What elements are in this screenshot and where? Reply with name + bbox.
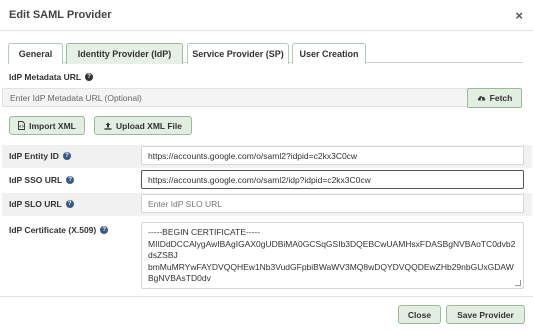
certificate-label: IdP Certificate (X.509): [9, 225, 97, 235]
file-code-icon: [18, 121, 26, 130]
entity-id-input[interactable]: https://accounts.google.com/o/saml2?idpi…: [141, 146, 524, 165]
tab-general[interactable]: General: [8, 43, 63, 64]
help-icon[interactable]: ?: [62, 152, 71, 160]
tab-service-provider[interactable]: Service Provider (SP): [187, 43, 289, 64]
import-xml-label: Import XML: [29, 120, 76, 131]
fetch-button[interactable]: Fetch: [467, 88, 522, 108]
slo-url-label: IdP SLO URL: [9, 199, 62, 209]
dialog-title: Edit SAML Provider: [9, 9, 112, 21]
help-icon[interactable]: ?: [85, 73, 94, 81]
tab-bar: General Identity Provider (IdP) Service …: [8, 43, 523, 64]
fetch-label: Fetch: [489, 93, 513, 103]
close-button[interactable]: Close: [398, 305, 441, 324]
upload-icon: [104, 122, 112, 130]
certificate-textarea[interactable]: -----BEGIN CERTIFICATE----- MIIDdDCCAlyg…: [141, 222, 524, 289]
edit-saml-provider-dialog: Edit SAML Provider × General Identity Pr…: [0, 0, 533, 331]
metadata-url-placeholder: Enter IdP Metadata URL (Optional): [10, 92, 142, 103]
certificate-line: -----BEGIN CERTIFICATE-----: [148, 227, 261, 237]
help-icon[interactable]: ?: [65, 200, 74, 208]
sso-url-input[interactable]: https://accounts.google.com/o/saml2/idp?…: [141, 170, 524, 189]
close-icon[interactable]: ×: [515, 9, 523, 22]
tab-user-creation[interactable]: User Creation: [292, 43, 366, 64]
slo-url-label-group: IdP SLO URL ?: [9, 199, 74, 209]
entity-id-label: IdP Entity ID: [9, 151, 59, 161]
certificate-line: bmMuMRYwFAYDVQQHEw1Nb3VudGFpbiBWaWV3MQ8w…: [148, 261, 514, 284]
tab-identity-provider[interactable]: Identity Provider (IdP): [66, 43, 183, 64]
footer-divider: [0, 296, 533, 297]
upload-xml-button[interactable]: Upload XML File: [94, 116, 192, 135]
metadata-url-label-group: IdP Metadata URL ?: [9, 72, 94, 82]
slo-url-input[interactable]: Enter IdP SLO URL: [141, 194, 524, 213]
resize-handle[interactable]: [515, 280, 521, 286]
certificate-line: MIIDdDCCAlygAwIBAgIGAX0gUDBiMA0GCSqGSIb3…: [148, 238, 516, 261]
import-xml-button[interactable]: Import XML: [9, 116, 85, 135]
save-provider-button[interactable]: Save Provider: [446, 305, 525, 324]
entity-id-value: https://accounts.google.com/o/saml2?idpi…: [148, 150, 358, 161]
certificate-label-group: IdP Certificate (X.509) ?: [9, 225, 109, 235]
sso-url-label-group: IdP SSO URL ?: [9, 175, 75, 185]
help-icon[interactable]: ?: [100, 226, 109, 234]
sso-url-label: IdP SSO URL: [9, 175, 63, 185]
help-icon[interactable]: ?: [66, 176, 75, 184]
upload-xml-label: Upload XML File: [116, 120, 182, 131]
sso-url-value: https://accounts.google.com/o/saml2/idp?…: [148, 174, 371, 185]
dialog-header: Edit SAML Provider ×: [0, 0, 533, 31]
entity-id-label-group: IdP Entity ID ?: [9, 151, 71, 161]
metadata-url-input[interactable]: Enter IdP Metadata URL (Optional): [2, 88, 467, 107]
metadata-url-label: IdP Metadata URL: [9, 72, 82, 82]
cloud-download-icon: [477, 94, 486, 102]
slo-url-placeholder: Enter IdP SLO URL: [148, 198, 223, 209]
